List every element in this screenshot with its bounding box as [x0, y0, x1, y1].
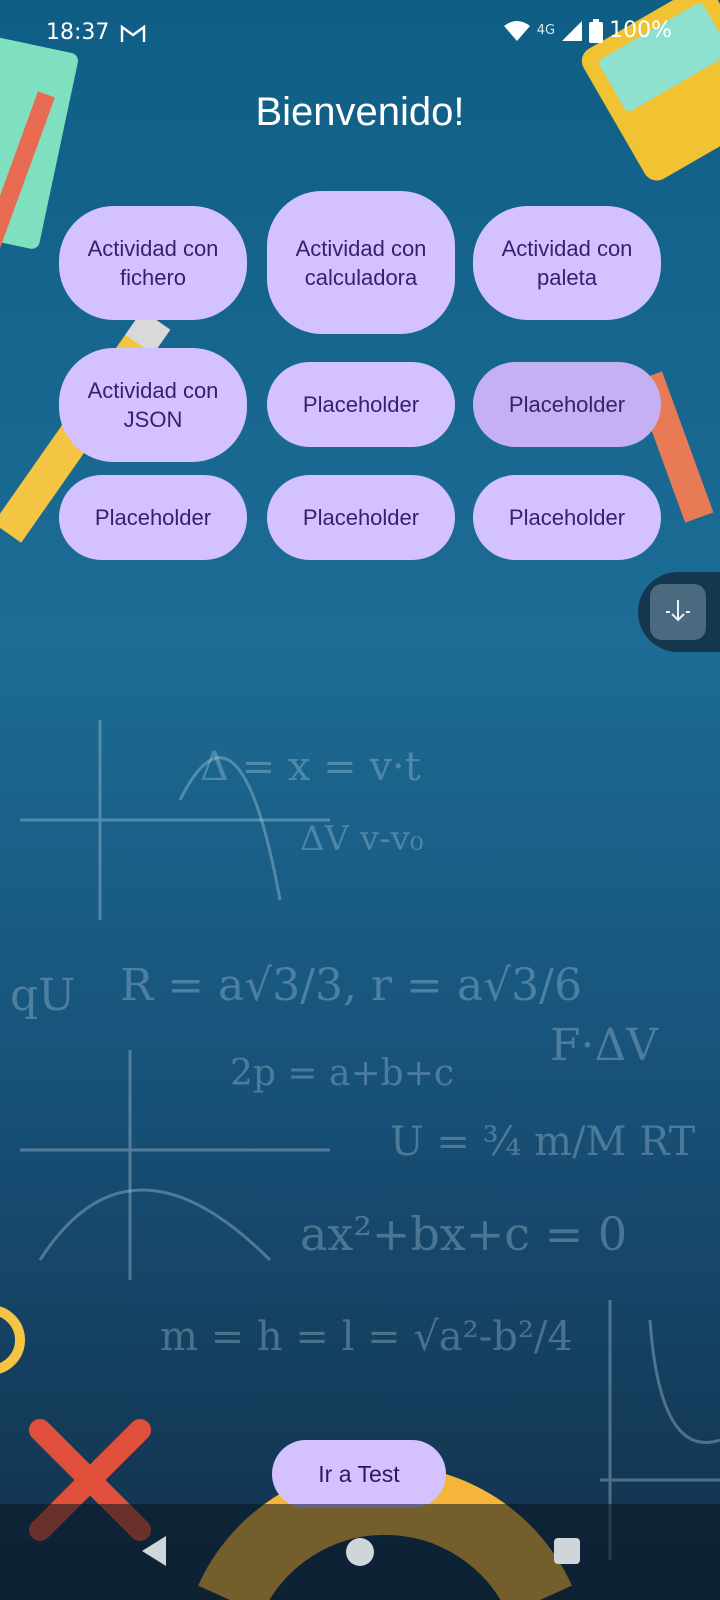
cellular-signal-icon	[562, 20, 583, 41]
svg-text:m = h = l = √a²-b²/4: m = h = l = √a²-b²/4	[160, 1314, 573, 1360]
go-to-test-button[interactable]: Ir a Test	[272, 1440, 446, 1508]
activity-json-button[interactable]: Actividad con JSON	[59, 348, 247, 462]
svg-text:qU: qU	[10, 970, 75, 1021]
floating-edge-handle[interactable]	[638, 572, 720, 652]
battery-percentage: 100%	[609, 18, 672, 43]
placeholder-button[interactable]: Placeholder	[267, 475, 455, 560]
activity-calculator-button[interactable]: Actividad con calculadora	[267, 191, 455, 334]
svg-text:ax²+bx+c = 0: ax²+bx+c = 0	[300, 1207, 627, 1261]
home-icon[interactable]	[346, 1538, 374, 1566]
gmail-icon	[120, 24, 146, 42]
placeholder-button[interactable]: Placeholder	[473, 362, 661, 447]
status-bar: 18:37 4G 100%	[0, 0, 720, 72]
network-type: 4G	[536, 23, 556, 38]
battery-icon	[589, 18, 604, 43]
wifi-icon	[503, 20, 530, 41]
page-title: Bienvenido!	[255, 90, 465, 134]
svg-text:ΔV v-v₀: ΔV v-v₀	[300, 819, 423, 859]
status-time: 18:37	[46, 20, 110, 45]
activity-palette-button[interactable]: Actividad con paleta	[473, 206, 661, 320]
collapse-arrow-icon[interactable]	[650, 584, 706, 640]
svg-text:U = ¾ m/M RT: U = ¾ m/M RT	[390, 1119, 696, 1165]
placeholder-button[interactable]: Placeholder	[59, 475, 247, 560]
placeholder-button[interactable]: Placeholder	[473, 475, 661, 560]
svg-text:R = a√3/3, r = a√3/6: R = a√3/3, r = a√3/6	[120, 960, 582, 1011]
system-nav-bar	[0, 1504, 720, 1600]
activity-file-button[interactable]: Actividad con fichero	[59, 206, 247, 320]
svg-text:F·ΔV: F·ΔV	[550, 1020, 659, 1071]
placeholder-button[interactable]: Placeholder	[267, 362, 455, 447]
back-icon[interactable]	[140, 1534, 168, 1568]
recent-apps-icon[interactable]	[554, 1538, 580, 1564]
svg-text:2p = a+b+c: 2p = a+b+c	[230, 1053, 454, 1094]
svg-text:Δ = x = v·t: Δ = x = v·t	[200, 744, 421, 790]
